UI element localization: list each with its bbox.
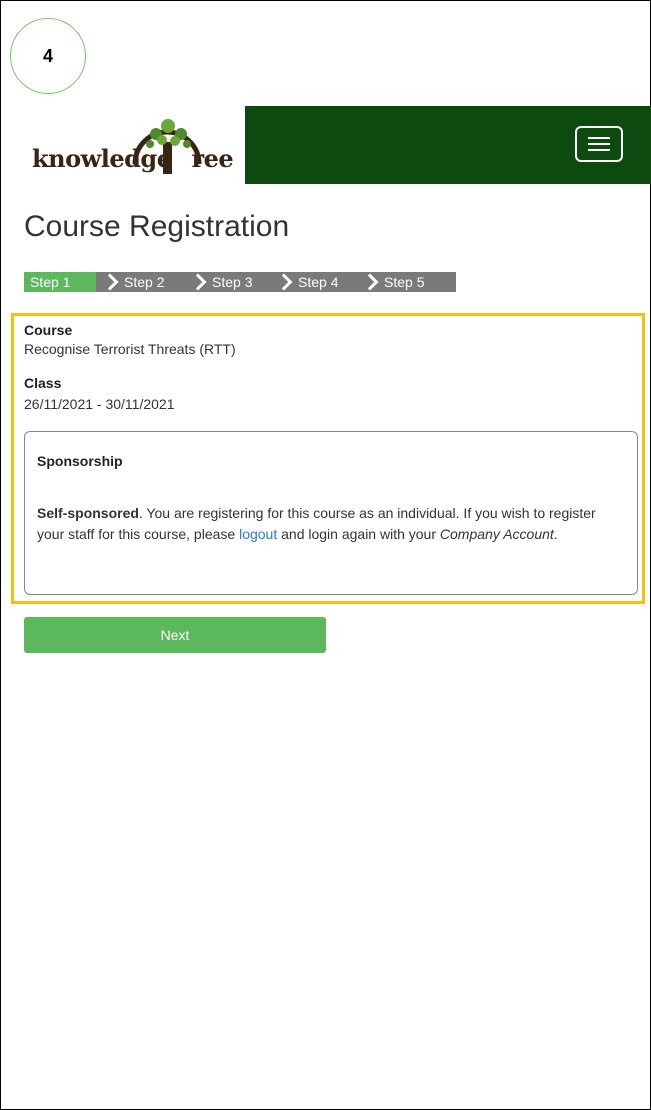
class-label: Class [24,375,62,391]
step-1[interactable]: Step 1 [24,272,96,292]
menu-toggle-button[interactable] [575,126,623,162]
course-label: Course [24,322,73,338]
step-5[interactable]: Step 5 [356,272,444,292]
step-progress-bar: Step 1 Step 2 Step 3 Step 4 Step 5 [24,272,456,292]
sponsorship-text-part: and login again with your [277,526,440,542]
header-bar [245,106,651,184]
sponsorship-type: Self-sponsored [37,505,139,521]
hamburger-icon-line [588,149,610,151]
step-number-badge: 4 [10,18,86,94]
chevron-right-icon [189,273,207,291]
step-3[interactable]: Step 3 [184,272,270,292]
sponsorship-text: Self-sponsored. You are registering for … [37,503,617,545]
sponsorship-title: Sponsorship [37,453,123,469]
company-account-text: Company Account [439,526,554,542]
hamburger-icon-line [588,143,610,145]
step-label: Step 2 [124,274,165,290]
step-label: Step 1 [30,274,71,290]
next-button[interactable]: Next [24,617,326,653]
chevron-right-icon [361,273,379,291]
step-label: Step 5 [384,274,425,290]
chevron-right-icon [275,273,293,291]
logo-text-ree: ree [191,144,234,173]
sponsorship-card: Sponsorship Self-sponsored. You are regi… [24,431,638,595]
logout-link[interactable]: logout [239,526,277,542]
course-value: Recognise Terrorist Threats (RTT) [24,341,236,357]
hamburger-icon-line [588,137,610,139]
logo-wordmark: knowledge ree [32,144,234,173]
sponsorship-text-part: . [553,526,558,542]
step-2[interactable]: Step 2 [96,272,184,292]
logo-text-knowledge: knowledge [32,144,172,173]
step-number: 4 [42,45,53,66]
step-label: Step 3 [212,274,253,290]
chevron-right-icon [101,273,119,291]
knowledge-tree-logo[interactable]: knowledge ree [32,112,234,182]
class-value: 26/11/2021 - 30/11/2021 [24,396,175,412]
step-4[interactable]: Step 4 [270,272,356,292]
page-title: Course Registration [24,210,290,243]
step-label: Step 4 [298,274,339,290]
